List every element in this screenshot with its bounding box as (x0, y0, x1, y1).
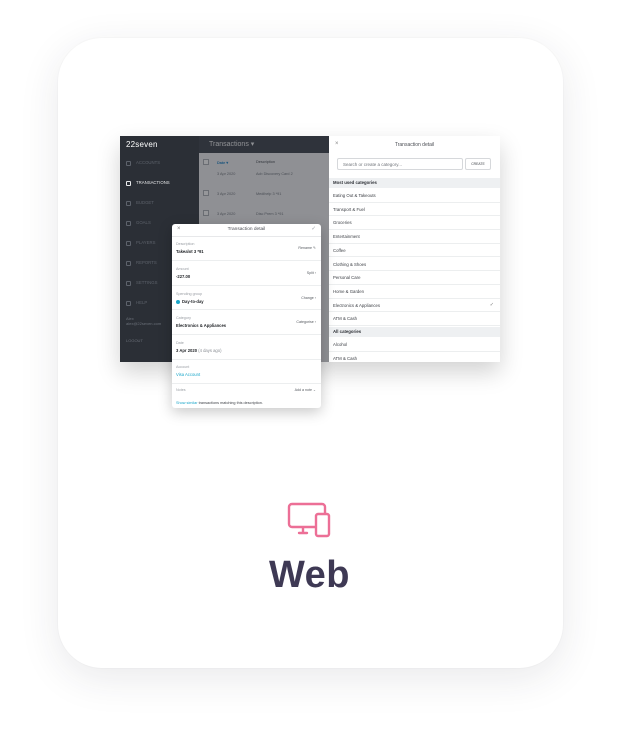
group-color-dot (176, 299, 180, 304)
notes-field: Notes Add a note ⌄ (176, 388, 316, 392)
check-icon[interactable]: ✓ (311, 226, 316, 232)
category-item[interactable]: ATM & Cash (329, 312, 500, 326)
check-icon: ✓ (489, 301, 494, 308)
panel-title: Transaction detail (394, 142, 435, 148)
reports-icon (126, 260, 131, 266)
accounts-icon (126, 160, 131, 166)
user-email: alex@22seven.com (126, 321, 162, 326)
category-item[interactable]: Alcohol (329, 338, 500, 352)
sidebar-item-budget[interactable]: BUDGET (120, 197, 199, 209)
change-button[interactable]: Change › (301, 296, 316, 300)
sidebar-item-transactions[interactable]: TRANSACTIONS (120, 177, 199, 189)
account-link[interactable]: Visa Account (176, 372, 200, 377)
sidebar-item-accounts[interactable]: ACCOUNTS (120, 157, 199, 169)
category-item[interactable]: Eating Out & Takeouts (329, 189, 500, 203)
similar-footer: Show similar transactions matching this … (176, 401, 263, 405)
all-categories-heading: All categories (329, 327, 500, 337)
categorise-button[interactable]: Categorise › (296, 320, 316, 324)
category-field: Category Electronics & Appliances Catego… (172, 310, 321, 335)
chevron-down-icon: ⌄ (312, 388, 316, 392)
help-icon (126, 300, 131, 306)
category-item[interactable]: Coffee (329, 244, 500, 258)
spending-group-field: Spending group Day-to-day Change › (172, 286, 321, 310)
show-similar-link[interactable]: Show similar (176, 401, 198, 405)
chevron-right-icon: › (314, 271, 316, 275)
chevron-right-icon: › (314, 296, 316, 300)
category-item[interactable]: Home & Garden (329, 285, 500, 299)
platform-label: Web (268, 554, 351, 596)
goals-icon (126, 220, 131, 226)
description-field: Description Takealot 3 *91 Rename ✎ (172, 237, 321, 261)
gear-icon (126, 280, 131, 286)
list-icon (126, 180, 131, 186)
rename-button[interactable]: Rename ✎ (298, 246, 316, 250)
date-field: Date 3 Apr 2020 (4 days ago) (172, 335, 321, 360)
category-item-selected[interactable]: Electronics & Appliances ✓ (329, 299, 500, 313)
split-button[interactable]: Split › (307, 271, 316, 275)
devices-icon (287, 502, 331, 538)
create-button[interactable]: CREATE (465, 158, 491, 170)
account-field: Account Visa Account (172, 360, 321, 384)
category-panel: × Transaction detail Search or create a … (329, 136, 500, 362)
detail-title: Transaction detail (227, 227, 266, 232)
amount-field: Amount -227.00 Split › (172, 261, 321, 286)
detail-header: × Transaction detail ✓ (172, 224, 321, 237)
logout-link[interactable]: LOGOUT (126, 338, 143, 343)
sidebar-user: Alex alex@22seven.com (126, 316, 161, 326)
budget-icon (126, 200, 131, 206)
category-item[interactable]: Transport & Fuel (329, 203, 500, 217)
pencil-icon: ✎ (312, 246, 316, 250)
chevron-right-icon: › (314, 320, 316, 324)
transaction-detail-card: × Transaction detail ✓ Description Takea… (172, 224, 321, 408)
category-item[interactable]: Clothing & Shoes (329, 258, 500, 272)
category-search-input[interactable]: Search or create a category... (337, 158, 463, 170)
logo: 22seven (126, 140, 158, 149)
category-item[interactable]: Personal Care (329, 271, 500, 285)
category-item[interactable]: ATM & Cash (329, 352, 500, 362)
most-used-heading: Most used categories (329, 178, 500, 188)
category-item[interactable]: Groceries (329, 216, 500, 231)
category-item[interactable]: Entertainment (329, 230, 500, 244)
add-note-button[interactable]: Add a note ⌄ (295, 388, 316, 392)
players-icon (126, 240, 131, 246)
